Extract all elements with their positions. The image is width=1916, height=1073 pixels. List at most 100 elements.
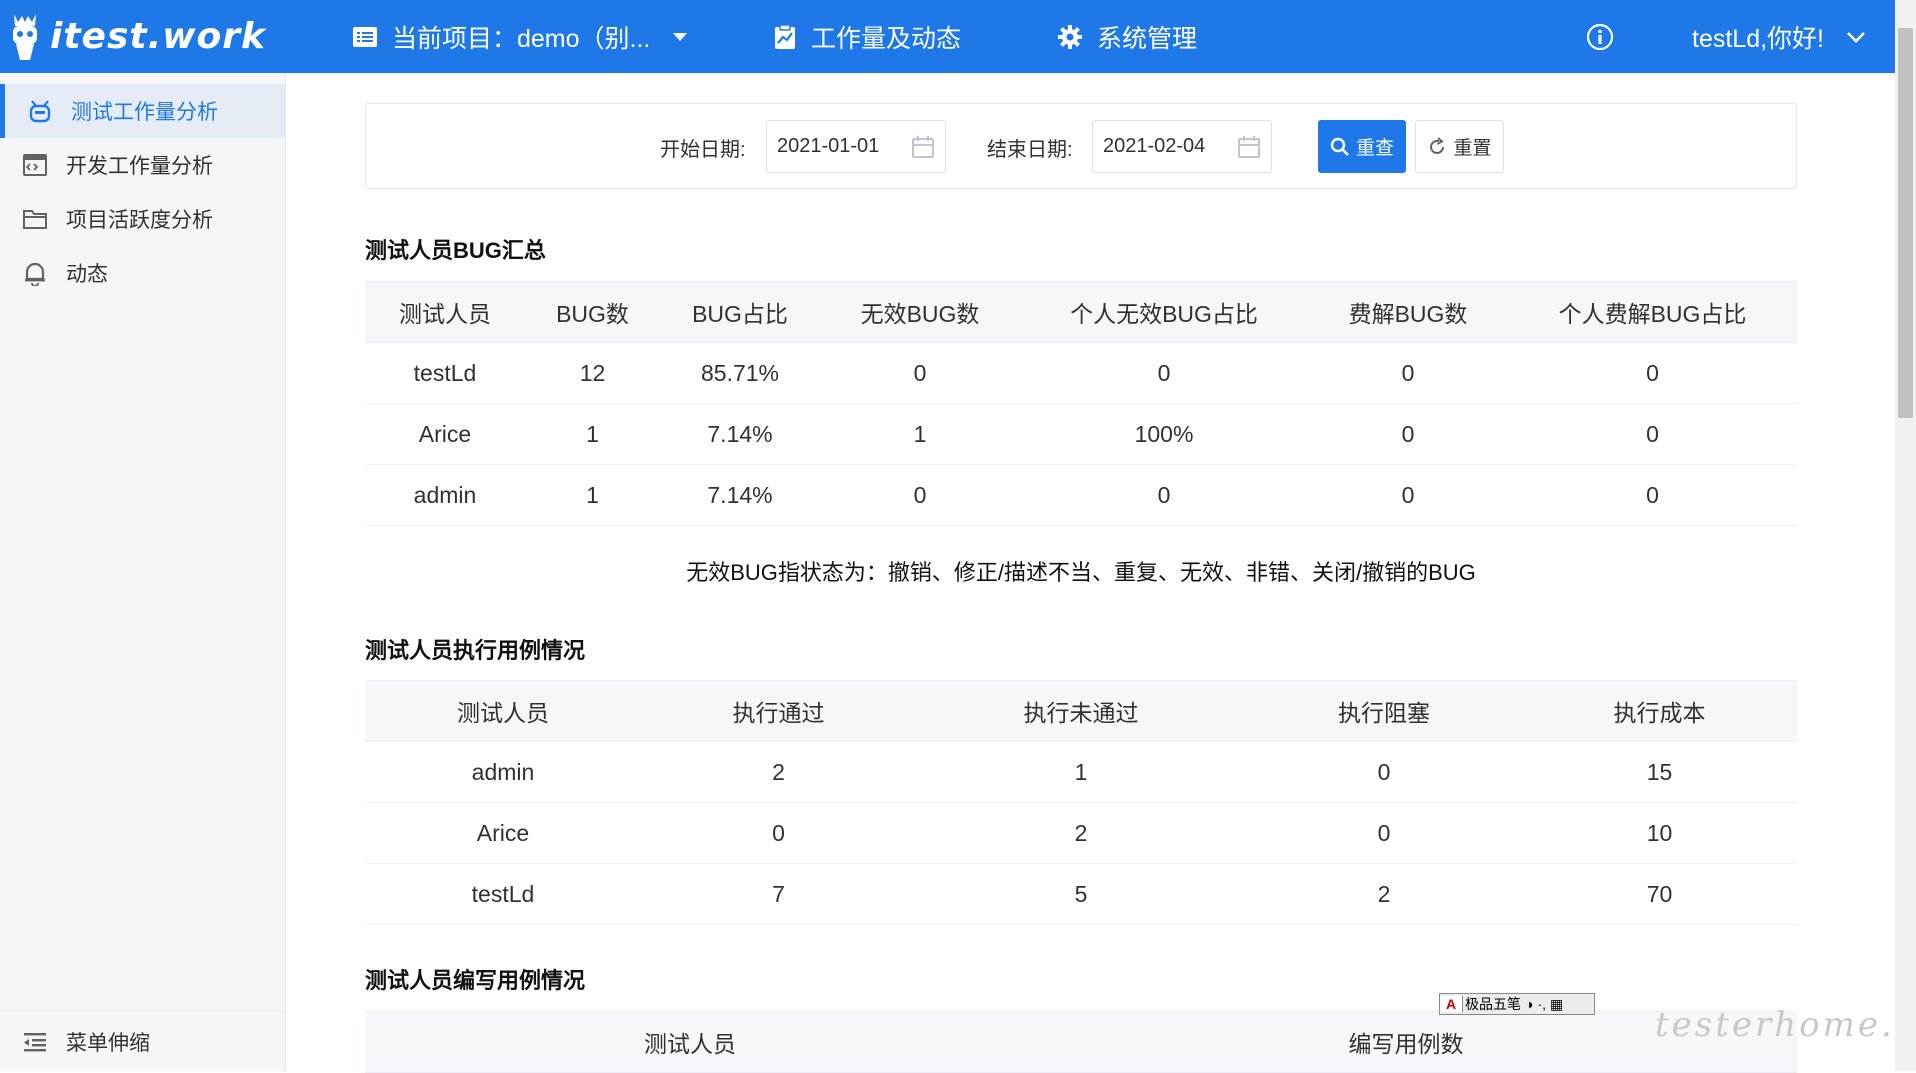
ime-keyboard-icon[interactable]: ▦	[1548, 996, 1565, 1013]
list-icon	[353, 26, 377, 47]
watermark: testerhome.com	[1655, 1005, 1916, 1045]
system-management-label: 系统管理	[1097, 24, 1198, 53]
table-cell: Arice	[365, 403, 525, 465]
column-header[interactable]: 测试人员	[365, 281, 525, 343]
gear-icon	[1058, 24, 1082, 49]
column-header[interactable]: BUG占比	[660, 281, 820, 343]
sidebar-item-label: 动态	[66, 263, 108, 286]
robot-icon	[29, 100, 51, 123]
table-cell: 0	[1308, 464, 1508, 526]
table-cell: 1	[916, 741, 1246, 803]
column-header[interactable]: BUG数	[525, 281, 660, 343]
table-cell: 0	[820, 464, 1020, 526]
current-project-dropdown[interactable]: 当前项目：demo（别...	[352, 0, 702, 73]
folder-icon	[23, 210, 47, 229]
sidebar-item-activity[interactable]: 动态	[0, 246, 285, 300]
table-cell: 1	[820, 403, 1020, 465]
search-button[interactable]: 重查	[1318, 120, 1406, 173]
column-header[interactable]: 个人无效BUG占比	[1020, 281, 1308, 343]
logo[interactable]: itest.work	[8, 8, 266, 64]
date-filter-panel: 开始日期: 2021-01-01 结束日期: 2021-02-04 重查 重置	[365, 103, 1797, 189]
table-cell: 85.71%	[660, 342, 820, 404]
sidebar-item-dev-workload[interactable]: 开发工作量分析	[0, 138, 285, 192]
table-cell: 12	[525, 342, 660, 404]
sidebar-item-project-activity[interactable]: 项目活跃度分析	[0, 192, 285, 246]
end-date-value: 2021-02-04	[1103, 135, 1206, 157]
table-cell: 0	[1308, 403, 1508, 465]
end-date-label: 结束日期:	[987, 138, 1073, 161]
table-row: testLd 12 85.71% 0 0 0 0	[365, 342, 1797, 404]
table-row: admin 2 1 0 15	[365, 741, 1797, 803]
table-cell: admin	[365, 741, 641, 803]
column-header[interactable]: 无效BUG数	[820, 281, 1020, 343]
table-cell: 0	[1020, 464, 1308, 526]
bell-icon	[25, 262, 45, 286]
scrollbar-thumb[interactable]	[1898, 28, 1913, 418]
table-cell: 10	[1522, 802, 1797, 864]
table-cell: 70	[1522, 863, 1797, 925]
reset-button[interactable]: 重置	[1415, 120, 1504, 173]
table-header-row: 测试人员 BUG数 BUG占比 无效BUG数 个人无效BUG占比 费解BUG数 …	[365, 281, 1797, 343]
sidebar-item-label: 项目活跃度分析	[66, 209, 213, 232]
chart-clipboard-icon	[775, 23, 795, 49]
reset-button-label: 重置	[1453, 138, 1492, 159]
caret-down-icon	[673, 32, 688, 41]
start-date-input[interactable]: 2021-01-01	[766, 120, 946, 173]
table-cell: 0	[820, 342, 1020, 404]
table-cell: Arice	[365, 802, 641, 864]
top-nav-bar: itest.work 当前项目：demo（别... 工作量及动态 系统管理 te…	[0, 0, 1895, 73]
page-scrollbar[interactable]	[1895, 0, 1916, 1071]
exec-summary-table: 测试人员 执行通过 执行未通过 执行阻塞 执行成本 admin 2 1 0 15…	[365, 680, 1797, 925]
end-date-input[interactable]: 2021-02-04	[1092, 120, 1272, 173]
column-header[interactable]: 执行未通过	[916, 680, 1246, 742]
column-header[interactable]: 测试人员	[365, 680, 641, 742]
table-cell: 2	[1246, 863, 1522, 925]
code-window-icon	[23, 154, 47, 176]
search-button-label: 重查	[1355, 138, 1394, 159]
table-row: testLd 7 5 2 70	[365, 863, 1797, 925]
table-cell: 2	[916, 802, 1246, 864]
calendar-icon	[912, 136, 934, 158]
bug-summary-title: 测试人员BUG汇总	[365, 238, 546, 263]
calendar-icon	[1238, 136, 1260, 158]
column-header[interactable]: 测试人员	[365, 1011, 1015, 1073]
ime-punctuation-icon[interactable]: ·,	[1535, 996, 1548, 1012]
table-cell: 0	[1020, 342, 1308, 404]
sidebar-item-test-workload[interactable]: 测试工作量分析	[0, 84, 285, 138]
column-header[interactable]: 执行成本	[1522, 680, 1797, 742]
ime-status-bar[interactable]: A 极品五笔 ◑ ·, ▦	[1439, 993, 1595, 1015]
ime-halfwidth-icon[interactable]: ◑	[1523, 996, 1535, 1012]
menu-collapse-toggle[interactable]: 菜单伸缩	[0, 1011, 285, 1071]
column-header[interactable]: 个人费解BUG占比	[1508, 281, 1797, 343]
table-cell: 7.14%	[660, 464, 820, 526]
column-header[interactable]: 费解BUG数	[1308, 281, 1508, 343]
workload-menu[interactable]: 工作量及动态	[773, 0, 961, 73]
table-cell: testLd	[365, 342, 525, 404]
write-summary-title: 测试人员编写用例情况	[365, 968, 586, 993]
sidebar: 测试工作量分析 开发工作量分析 项目活跃度分析 动态 菜单伸缩	[0, 73, 286, 1071]
robot-logo-icon	[13, 14, 37, 60]
refresh-icon	[1430, 136, 1445, 154]
table-cell: 100%	[1020, 403, 1308, 465]
table-row: Arice 0 2 0 10	[365, 802, 1797, 864]
system-management-menu[interactable]: 系统管理	[1057, 0, 1197, 73]
table-cell: 0	[1308, 342, 1508, 404]
user-menu[interactable]: testLd,你好!	[1692, 0, 1880, 73]
info-button[interactable]	[1586, 0, 1628, 73]
table-cell: 0	[641, 802, 916, 864]
invalid-bug-note: 无效BUG指状态为：撤销、修正/描述不当、重复、无效、非错、关闭/撤销的BUG	[686, 560, 1476, 585]
table-cell: 0	[1246, 802, 1522, 864]
sidebar-item-label: 测试工作量分析	[71, 101, 218, 124]
table-header-row: 测试人员 执行通过 执行未通过 执行阻塞 执行成本	[365, 680, 1797, 742]
current-project-label: 当前项目：demo（别...	[392, 24, 651, 53]
bug-summary-table: 测试人员 BUG数 BUG占比 无效BUG数 个人无效BUG占比 费解BUG数 …	[365, 281, 1797, 526]
indent-icon	[24, 1032, 46, 1051]
ime-name: 极品五笔	[1465, 996, 1521, 1012]
column-header[interactable]: 执行阻塞	[1246, 680, 1522, 742]
table-cell: admin	[365, 464, 525, 526]
table-cell: testLd	[365, 863, 641, 925]
column-header[interactable]: 执行通过	[641, 680, 916, 742]
table-header-row: 测试人员 编写用例数	[365, 1011, 1797, 1073]
table-row: admin 1 7.14% 0 0 0 0	[365, 464, 1797, 526]
ime-mode-indicator[interactable]: A	[1440, 996, 1463, 1012]
